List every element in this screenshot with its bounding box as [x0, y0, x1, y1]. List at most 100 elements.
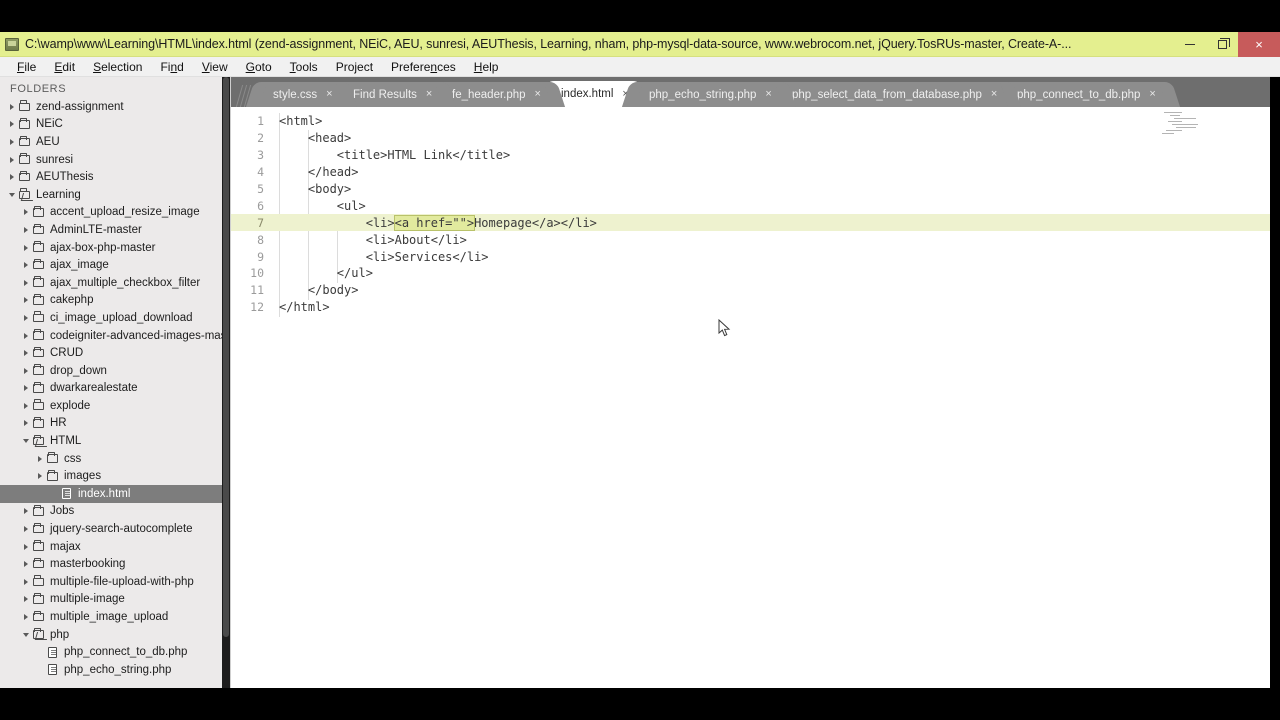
chevron-right-icon[interactable] [20, 279, 31, 286]
chevron-right-icon[interactable] [6, 103, 17, 110]
code-line[interactable]: 6 <ul> [231, 197, 1280, 214]
code-line-text[interactable]: <html> [270, 114, 322, 128]
tree-folder-item[interactable]: accent_upload_resize_image [0, 204, 230, 222]
tab-close-icon[interactable]: × [534, 88, 540, 100]
tree-folder-item[interactable]: php [0, 626, 230, 644]
code-line[interactable]: 3 <title>HTML Link</title> [231, 147, 1280, 164]
code-line-text[interactable]: <head> [270, 131, 351, 145]
chevron-right-icon[interactable] [20, 367, 31, 374]
chevron-right-icon[interactable] [6, 138, 17, 145]
code-line[interactable]: 4 </head> [231, 164, 1280, 181]
tree-folder-item[interactable]: Jobs [0, 503, 230, 521]
tree-folder-item[interactable]: zend-assignment [0, 98, 230, 116]
chevron-right-icon[interactable] [34, 473, 45, 480]
tree-folder-item[interactable]: multiple-file-upload-with-php [0, 573, 230, 591]
tree-folder-item[interactable]: ajax-box-php-master [0, 239, 230, 257]
code-line[interactable]: 12 </html> [231, 299, 1280, 316]
menu-item-preferences[interactable]: Preferences [382, 58, 465, 76]
tree-folder-item[interactable]: AdminLTE-master [0, 221, 230, 239]
chevron-right-icon[interactable] [20, 420, 31, 427]
code-line-text[interactable]: </ul> [270, 266, 373, 280]
menu-item-tools[interactable]: Tools [281, 58, 327, 76]
tree-folder-item[interactable]: codeigniter-advanced-images-maste [0, 327, 230, 345]
code-line[interactable]: 7 <li><a href="">Homepage</a></li> [231, 214, 1280, 232]
chevron-right-icon[interactable] [20, 297, 31, 304]
code-line[interactable]: 10 </ul> [231, 265, 1280, 282]
tree-folder-item[interactable]: sunresi [0, 151, 230, 169]
code-line[interactable]: 1 <html> [231, 113, 1280, 130]
tree-folder-item[interactable]: HR [0, 415, 230, 433]
sidebar-scrollbar-thumb[interactable] [223, 77, 229, 637]
code-line-text[interactable]: <li>About</li> [270, 233, 467, 247]
code-line-text[interactable]: </head> [270, 165, 359, 179]
tree-folder-item[interactable]: ci_image_upload_download [0, 309, 230, 327]
maximize-restore-button[interactable] [1206, 32, 1238, 57]
tab-close-icon[interactable]: × [1149, 88, 1155, 100]
menu-item-edit[interactable]: Edit [45, 58, 84, 76]
chevron-right-icon[interactable] [20, 596, 31, 603]
code-line-text[interactable]: <li><a href="">Homepage</a></li> [270, 214, 597, 231]
code-minimap[interactable] [1158, 109, 1218, 143]
chevron-right-icon[interactable] [20, 226, 31, 233]
chevron-right-icon[interactable] [6, 121, 17, 128]
tree-folder-item[interactable]: images [0, 467, 230, 485]
tree-folder-item[interactable]: HTML [0, 432, 230, 450]
tab-close-icon[interactable]: × [991, 88, 997, 100]
tree-file-item[interactable]: php_echo_string.php [0, 661, 230, 679]
code-line[interactable]: 2 <head> [231, 130, 1280, 147]
chevron-down-icon[interactable] [6, 192, 17, 197]
folder-tree-list[interactable]: zend-assignment NEiC AEU sunresi AEUThesis Le… [0, 98, 230, 679]
chevron-right-icon[interactable] [20, 508, 31, 515]
code-line[interactable]: 8 <li>About</li> [231, 231, 1280, 248]
tab-list[interactable]: style.css × Find Results × fe_header.php × ind… [257, 81, 1169, 107]
chevron-right-icon[interactable] [20, 209, 31, 216]
code-line-text[interactable]: </body> [270, 283, 359, 297]
tree-folder-item[interactable]: dwarkarealestate [0, 380, 230, 398]
editor-tab[interactable]: php_connect_to_db.php × [1000, 82, 1169, 107]
tree-folder-item[interactable]: ajax_multiple_checkbox_filter [0, 274, 230, 292]
chevron-right-icon[interactable] [20, 578, 31, 585]
minimize-button[interactable] [1174, 32, 1206, 57]
chevron-right-icon[interactable] [34, 455, 45, 462]
tree-folder-item[interactable]: explode [0, 397, 230, 415]
chevron-right-icon[interactable] [20, 332, 31, 339]
chevron-right-icon[interactable] [20, 244, 31, 251]
chevron-right-icon[interactable] [6, 174, 17, 181]
menu-item-project[interactable]: Project [327, 58, 382, 76]
chevron-right-icon[interactable] [20, 385, 31, 392]
chevron-right-icon[interactable] [20, 402, 31, 409]
tree-folder-item[interactable]: AEU [0, 133, 230, 151]
tab-close-icon[interactable]: × [326, 88, 332, 100]
tab-close-icon[interactable]: × [425, 88, 431, 100]
menu-item-help[interactable]: Help [465, 58, 508, 76]
sidebar-scrollbar[interactable] [222, 77, 230, 688]
chevron-right-icon[interactable] [20, 314, 31, 321]
tree-folder-item[interactable]: drop_down [0, 362, 230, 380]
tab-bar[interactable]: style.css × Find Results × fe_header.php × ind… [231, 77, 1280, 107]
menu-item-goto[interactable]: Goto [237, 58, 281, 76]
code-line[interactable]: 9 <li>Services</li> [231, 248, 1280, 265]
code-line-text[interactable]: <ul> [270, 199, 366, 213]
tree-folder-item[interactable]: masterbooking [0, 555, 230, 573]
chevron-right-icon[interactable] [6, 156, 17, 163]
code-line[interactable]: 11 </body> [231, 282, 1280, 299]
editor-tab[interactable]: php_select_data_from_database.php × [775, 82, 1010, 107]
tree-folder-item[interactable]: multiple-image [0, 591, 230, 609]
editor-tab[interactable]: style.css × [257, 82, 346, 107]
menu-item-view[interactable]: View [193, 58, 237, 76]
menu-item-find[interactable]: Find [151, 58, 192, 76]
code-line-list[interactable]: 1 <html> 2 <head> 3 <title>HTML Link</title… [231, 107, 1280, 316]
chevron-right-icon[interactable] [20, 262, 31, 269]
tree-folder-item[interactable]: multiple_image_upload [0, 608, 230, 626]
tree-folder-item[interactable]: jquery-search-autocomplete [0, 520, 230, 538]
close-button[interactable]: × [1238, 32, 1280, 57]
tree-file-item[interactable]: index.html [0, 485, 230, 503]
chevron-right-icon[interactable] [20, 543, 31, 550]
tree-file-item[interactable]: php_connect_to_db.php [0, 643, 230, 661]
tree-folder-item[interactable]: CRUD [0, 344, 230, 362]
chevron-down-icon[interactable] [20, 439, 31, 444]
chevron-right-icon[interactable] [20, 614, 31, 621]
sidebar-file-tree[interactable]: FOLDERS zend-assignment NEiC AEU sunresi AEU… [0, 77, 231, 688]
tree-folder-item[interactable]: css [0, 450, 230, 468]
tree-folder-item[interactable]: ajax_image [0, 256, 230, 274]
